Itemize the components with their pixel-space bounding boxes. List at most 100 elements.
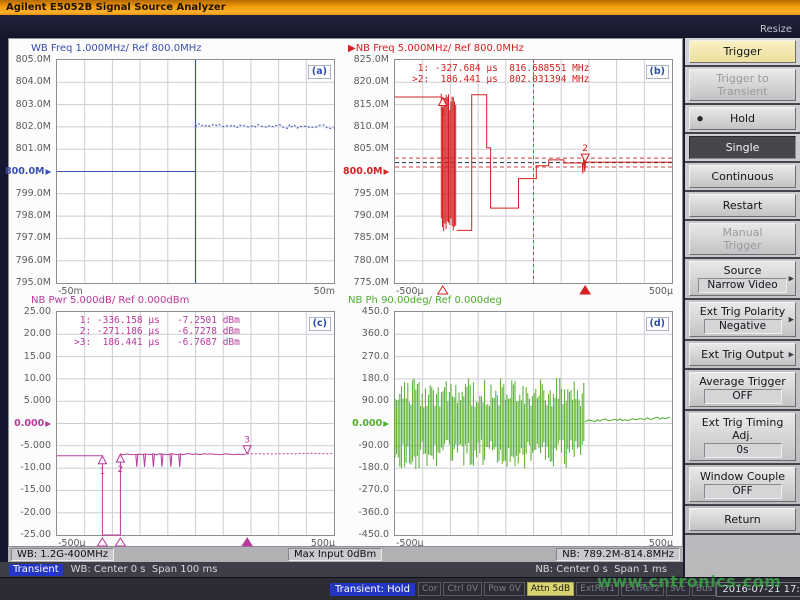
trace-canvas [395, 312, 672, 535]
y-axis-tick: -5.000 [5, 440, 51, 451]
marker-readout: 1: -327.684 µs 816.688551 MHz>2: 186.441… [412, 63, 589, 85]
softkey-manual-trigger: ManualTrigger [685, 221, 800, 259]
y-axis-tick: 815.0M [343, 99, 389, 110]
trace-canvas: 12 [395, 60, 672, 283]
softkey-source[interactable]: SourceNarrow Video▶ [685, 259, 800, 300]
y-axis-tick: 795.0M [5, 277, 51, 288]
y-axis-tick: 805.0M [5, 54, 51, 65]
y-axis-tick: -450.0 [343, 529, 389, 540]
y-axis-tick: -25.00 [5, 529, 51, 540]
y-axis-tick: -15.00 [5, 484, 51, 495]
freq-range-bar: WB: 1.2G-400MHz Max Input 0dBm NB: 789.2… [8, 547, 683, 562]
y-axis-tick: -270.0 [343, 484, 389, 495]
plot-title: WB Freq 1.000MHz/ Ref 800.0MHz [31, 43, 201, 54]
y-axis-tick: 825.0M [343, 54, 389, 65]
plot-nb-phase: NB Ph 90.00deg/ Ref 0.000deg (d) 450.036… [353, 293, 683, 543]
y-axis-tick: 803.0M [5, 99, 51, 110]
softkey-window-couple[interactable]: Window CoupleOFF [685, 465, 800, 506]
plot-title: ▶NB Freq 5.000MHz/ Ref 800.0MHz [348, 43, 524, 54]
y-axis-tick: 0.000▶ [5, 418, 51, 429]
trace-marker-number: 1 [100, 467, 106, 477]
plot-panel: WB Freq 1.000MHz/ Ref 800.0MHz (a) 805.0… [8, 38, 683, 547]
y-axis-tick: 270.0 [343, 351, 389, 362]
trace-marker-icon [243, 446, 251, 454]
wb-sweep-readout: WB: Center 0 s Span 100 ms [71, 564, 218, 575]
y-axis-tick: 801.0M [5, 143, 51, 154]
trace-marker-icon [439, 98, 447, 106]
y-axis-tick: 796.0M [5, 255, 51, 266]
y-axis-tick: 180.0 [343, 373, 389, 384]
y-axis-tick: 795.0M [343, 188, 389, 199]
trace-marker-number: 3 [244, 436, 250, 446]
y-axis-tick: 798.0M [5, 210, 51, 221]
trace-marker-icon [116, 454, 124, 462]
plot-grid: 12 [394, 59, 673, 284]
ref-level-arrow-icon: ▶ [383, 419, 389, 428]
y-axis-tick: 802.0M [5, 121, 51, 132]
trace-marker-icon [98, 456, 106, 464]
plot-grid [56, 59, 335, 284]
softkey-ext-trig-output[interactable]: Ext Trig Output▶ [685, 341, 800, 370]
submenu-arrow-icon: ▶ [789, 348, 794, 361]
y-axis-tick: -10.00 [5, 462, 51, 473]
softkey-panel: Trigger Trigger toTransientHold●SingleCo… [683, 38, 800, 577]
y-axis-tick: 25.00 [5, 306, 51, 317]
submenu-arrow-icon: ▶ [789, 272, 794, 285]
plot-nb-freq: ▶NB Freq 5.000MHz/ Ref 800.0MHz 12 (b) 8… [353, 41, 683, 291]
y-axis-tick: 804.0M [5, 76, 51, 87]
softkey-restart[interactable]: Restart [685, 192, 800, 221]
marker-readout: 1: -336.158 µs -7.2501 dBm 2: -271.186 µ… [74, 315, 240, 348]
trace-marker-number: 2 [582, 144, 588, 154]
y-axis-tick: -90.00 [343, 440, 389, 451]
y-axis-tick: 360.0 [343, 328, 389, 339]
softkey-value: 0s [704, 443, 782, 458]
y-axis-tick: 790.0M [343, 210, 389, 221]
y-axis-tick: -20.00 [5, 507, 51, 518]
resize-button[interactable]: Resize [760, 24, 792, 35]
status-indicator-ctrl-0v: Ctrl 0V [443, 582, 482, 596]
y-axis-tick: 20.00 [5, 328, 51, 339]
transient-badge: Transient [9, 564, 63, 576]
softkey-ext-trig-polarity[interactable]: Ext Trig PolarityNegative▶ [685, 300, 800, 341]
selected-bullet-icon: ● [697, 112, 703, 125]
softkey-return[interactable]: Return [685, 506, 800, 535]
y-axis-tick: 820.0M [343, 76, 389, 87]
watermark: www.cntronics.com [597, 572, 797, 591]
y-axis-tick: 780.0M [343, 255, 389, 266]
softkey-average-trigger[interactable]: Average TriggerOFF [685, 370, 800, 411]
status-indicator-attn-5db: Attn 5dB [527, 582, 574, 596]
plot-title: NB Ph 90.00deg/ Ref 0.000deg [348, 295, 502, 306]
trigger-status-badge: Transient: Hold [330, 583, 415, 596]
y-axis-tick: 10.00 [5, 373, 51, 384]
softkey-value: Negative [704, 319, 782, 334]
softkey-continuous[interactable]: Continuous [685, 163, 800, 192]
plot-corner-label: (d) [646, 317, 669, 331]
y-axis-tick: 775.0M [343, 277, 389, 288]
softkey-hold[interactable]: Hold● [685, 105, 800, 134]
y-axis-tick: 450.0 [343, 306, 389, 317]
y-axis-tick: 797.0M [5, 232, 51, 243]
y-axis-tick: 805.0M [343, 143, 389, 154]
submenu-arrow-icon: ▶ [789, 313, 794, 326]
trace-marker-number: 2 [118, 465, 124, 475]
softkey-value: OFF [704, 389, 782, 404]
window-bar: Resize [0, 15, 800, 38]
trace-marker-number: 1 [440, 109, 446, 119]
plot-wb-freq: WB Freq 1.000MHz/ Ref 800.0MHz (a) 805.0… [15, 41, 345, 291]
softkey-menu-title[interactable]: Trigger [685, 38, 800, 67]
y-axis-tick: 0.000▶ [343, 418, 389, 429]
app-title: Agilent E5052B Signal Source Analyzer [6, 2, 226, 13]
plot-corner-label: (c) [309, 317, 331, 331]
softkey-list: Trigger toTransientHold●SingleContinuous… [685, 67, 800, 535]
ref-level-arrow-icon: ▶ [46, 167, 52, 176]
wb-range-readout: WB: 1.2G-400MHz [11, 548, 114, 561]
softkey-single[interactable]: Single [685, 134, 800, 163]
y-axis-tick: -180.0 [343, 462, 389, 473]
plot-grid [394, 311, 673, 536]
status-indicator-cor: Cor [418, 582, 442, 596]
y-axis-tick: 800.0M▶ [5, 166, 51, 177]
plot-nb-power: NB Pwr 5.000dB/ Ref 0.000dBm 123 (c) 25.… [15, 293, 345, 543]
max-input-readout: Max Input 0dBm [288, 548, 382, 561]
y-axis-tick: -360.0 [343, 507, 389, 518]
softkey-ext-trig-timing-adj[interactable]: Ext Trig Timing Adj.0s [685, 411, 800, 465]
